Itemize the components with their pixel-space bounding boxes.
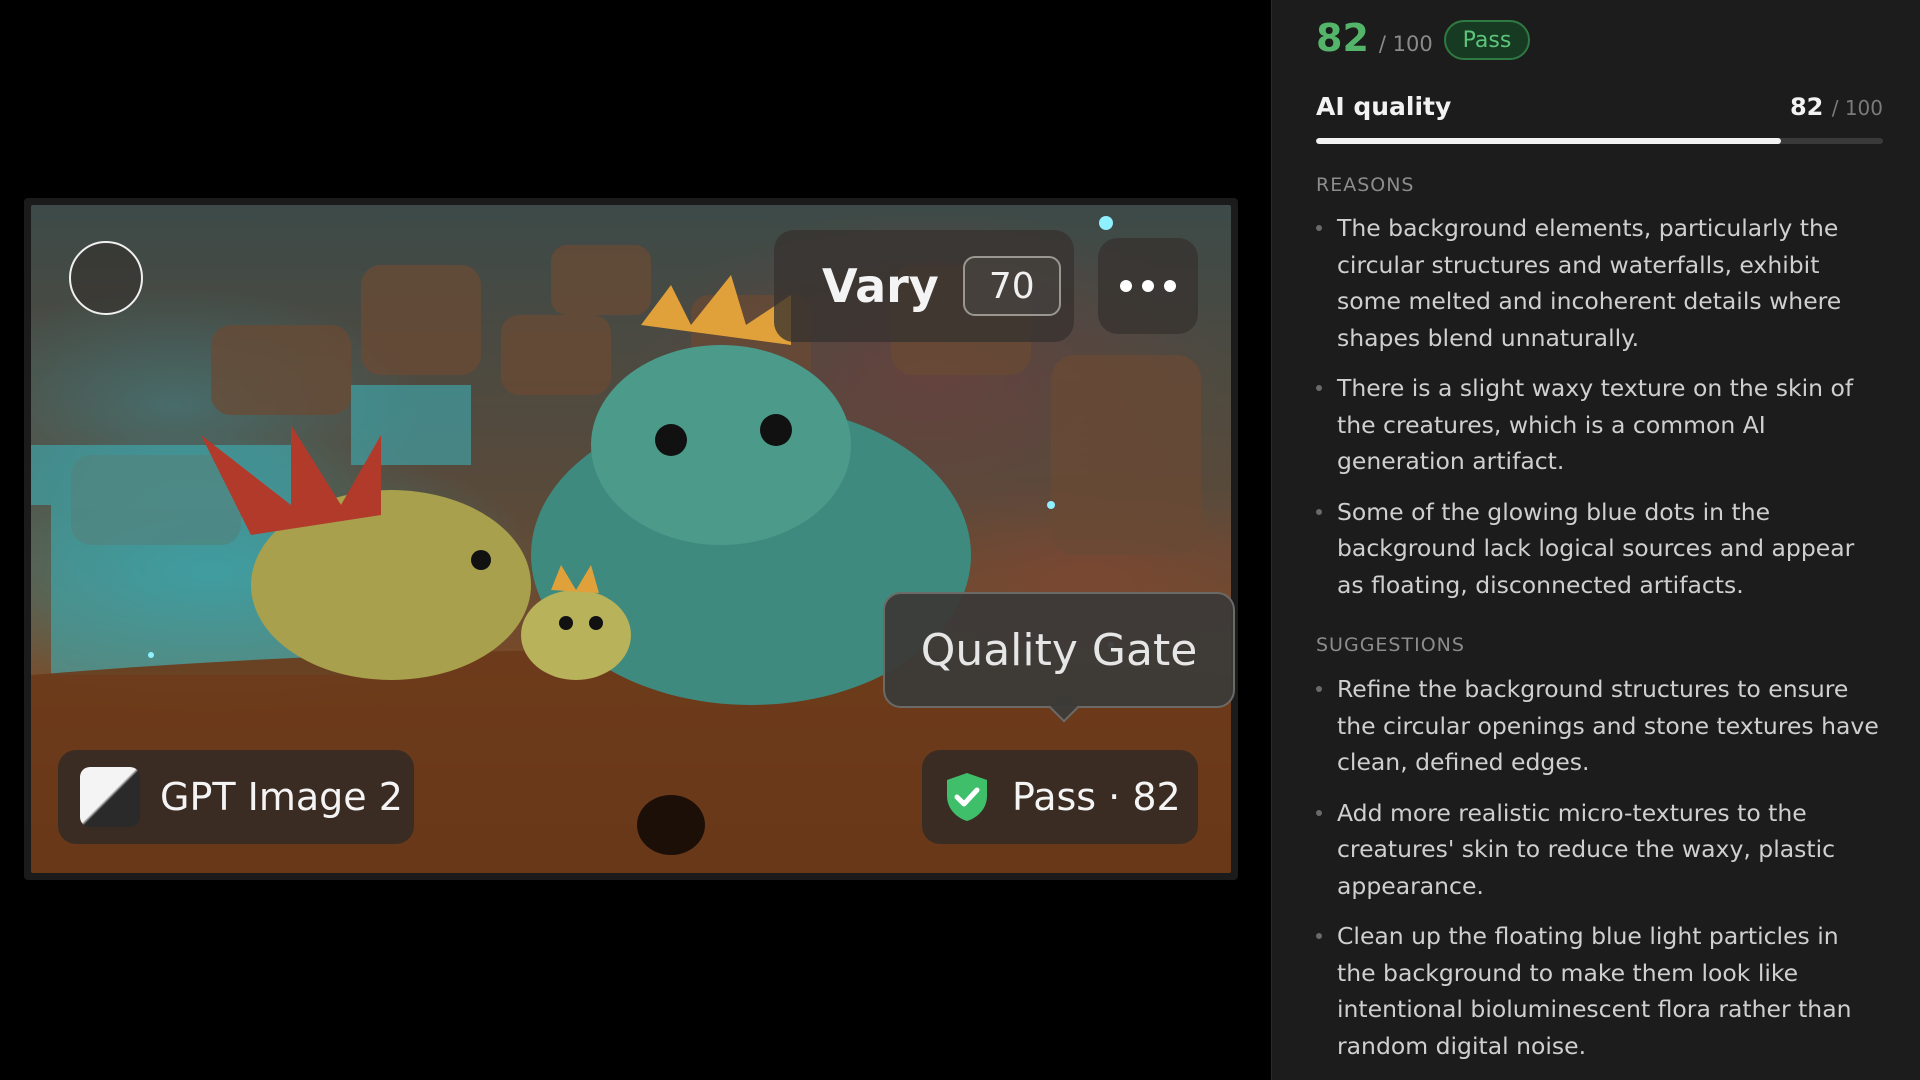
suggestions-list: Refine the background structures to ensu… bbox=[1316, 671, 1883, 1078]
pass-score-label: Pass · 82 bbox=[1012, 775, 1181, 819]
platform-hole bbox=[637, 795, 705, 855]
more-options-button[interactable] bbox=[1098, 238, 1198, 334]
canvas-area: Vary 70 Quality Gate GPT Image 2 Pass · … bbox=[0, 0, 1271, 1080]
ai-quality-label: AI quality bbox=[1316, 92, 1452, 121]
overall-score-max: / 100 bbox=[1378, 32, 1433, 56]
suggestions-heading: SUGGESTIONS bbox=[1316, 634, 1465, 656]
list-item: There is a slight waxy texture on the sk… bbox=[1316, 370, 1883, 480]
reasons-heading: REASONS bbox=[1316, 174, 1415, 196]
ai-quality-score: 82 bbox=[1789, 93, 1824, 121]
more-icon bbox=[1142, 280, 1154, 292]
reasons-list: The background elements, particularly th… bbox=[1316, 210, 1883, 617]
list-item: Clean up the floating blue light particl… bbox=[1316, 918, 1883, 1064]
vary-control[interactable]: Vary 70 bbox=[774, 230, 1074, 342]
model-chip[interactable]: GPT Image 2 bbox=[58, 750, 414, 844]
shield-check-icon bbox=[947, 773, 987, 821]
ai-quality-max: / 100 bbox=[1831, 96, 1883, 120]
list-item: Add more realistic micro-textures to the… bbox=[1316, 795, 1883, 905]
more-icon bbox=[1164, 280, 1176, 292]
vary-strength-input[interactable]: 70 bbox=[962, 256, 1061, 316]
ai-quality-value: 82 / 100 bbox=[1790, 93, 1883, 121]
quality-gate-tooltip: Quality Gate bbox=[883, 592, 1235, 708]
vary-label: Vary bbox=[822, 259, 939, 313]
more-icon bbox=[1120, 280, 1132, 292]
list-item: The background elements, particularly th… bbox=[1316, 210, 1883, 356]
status-badge: Pass bbox=[1444, 20, 1530, 60]
list-item: Some of the glowing blue dots in the bac… bbox=[1316, 494, 1883, 604]
model-label: GPT Image 2 bbox=[160, 775, 403, 819]
list-item: Refine the background structures to ensu… bbox=[1316, 671, 1883, 781]
select-circle-button[interactable] bbox=[69, 241, 143, 315]
quality-panel: 82 / 100 Pass AI quality 82 / 100 REASON… bbox=[1271, 0, 1920, 1080]
ai-quality-progress-fill bbox=[1316, 138, 1781, 144]
ai-quality-progress bbox=[1316, 138, 1883, 144]
quality-pass-chip[interactable]: Pass · 82 bbox=[922, 750, 1198, 844]
model-logo-icon bbox=[80, 767, 140, 827]
overall-score-value: 82 bbox=[1316, 16, 1369, 60]
overall-score: 82 / 100 bbox=[1316, 16, 1433, 60]
ai-quality-row: AI quality 82 / 100 bbox=[1316, 92, 1883, 121]
